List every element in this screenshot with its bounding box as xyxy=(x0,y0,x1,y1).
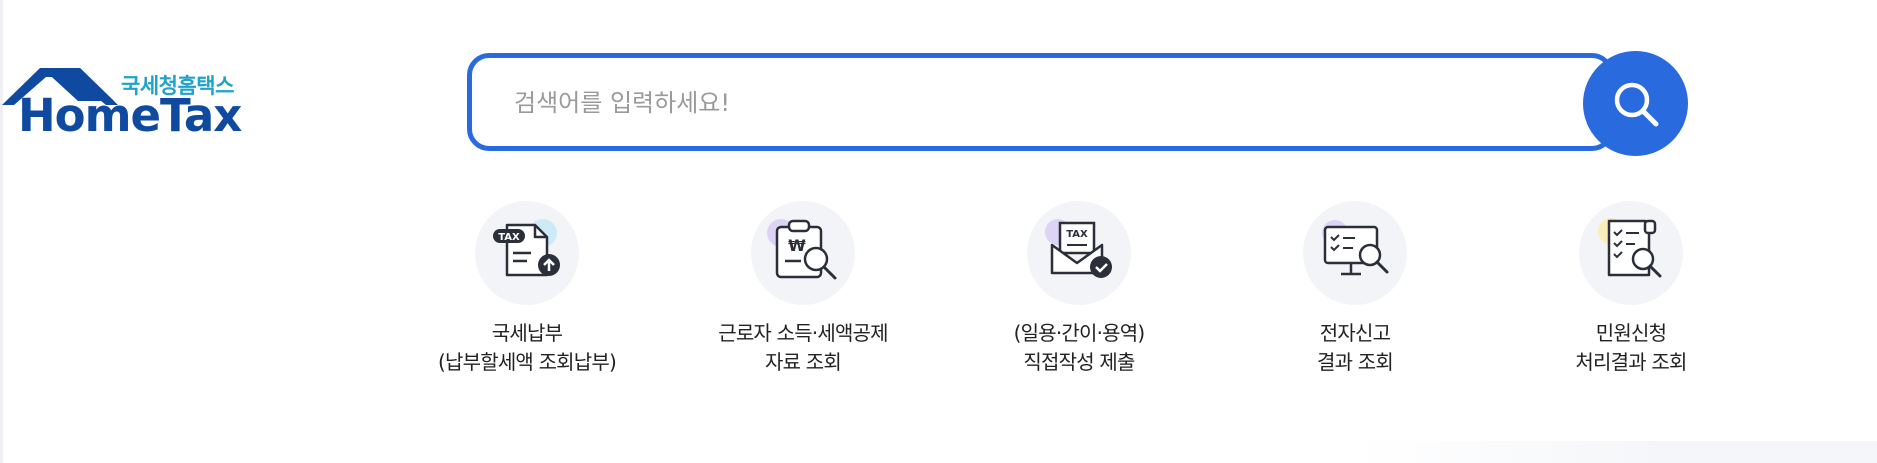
tax-envelope-icon: TAX xyxy=(1045,219,1112,278)
quick-menu-label: (일용·간이·용역) 직접작성 제출 xyxy=(1013,321,1146,374)
quick-menu-label: 민원신청 처리결과 조회 xyxy=(1575,321,1687,374)
deduction-inquiry-icon: ₩ xyxy=(767,219,837,280)
monitor-search-icon xyxy=(1322,220,1389,276)
svg-text:TAX: TAX xyxy=(498,232,520,243)
tax-payment-icon: TAX xyxy=(493,219,560,277)
quick-menu-label: 근로자 소득·세액공제 자료 조회 xyxy=(718,321,888,374)
hometax-main-page: 국세청홈택스 HomeTax TAX 국세납부 xyxy=(0,0,1877,463)
quick-menu-deduction-inquiry[interactable]: ₩ 근로자 소득·세액공제 자료 조회 xyxy=(688,201,918,381)
quick-menu-e-filing-result[interactable]: 전자신고 결과 조회 xyxy=(1240,201,1470,381)
bottom-shadow xyxy=(1357,441,1877,463)
svg-text:₩: ₩ xyxy=(788,236,806,255)
quick-menu-label: 전자신고 결과 조회 xyxy=(1317,321,1394,374)
quick-icon-circle: TAX xyxy=(1027,201,1131,305)
quick-icon-circle xyxy=(1579,201,1683,305)
quick-menu-label: 국세납부 (납부할세액 조회납부) xyxy=(438,321,617,374)
quick-menu-direct-submission[interactable]: TAX (일용·간이·용역) 직접작성 제출 xyxy=(964,201,1194,381)
quick-menu-tax-payment[interactable]: TAX 국세납부 (납부할세액 조회납부) xyxy=(412,201,642,381)
search-icon xyxy=(1614,82,1659,127)
quick-icon-circle xyxy=(1303,201,1407,305)
logo-english-text: HomeTax xyxy=(18,89,242,142)
quick-icon-circle: ₩ xyxy=(751,201,855,305)
search-input[interactable] xyxy=(512,80,1516,126)
quick-icon-circle: TAX xyxy=(475,201,579,305)
quick-menu-civil-petition-result[interactable]: 민원신청 처리결과 조회 xyxy=(1516,201,1746,381)
search-box xyxy=(467,53,1614,151)
checklist-search-icon xyxy=(1598,218,1662,278)
search-button[interactable] xyxy=(1583,51,1688,156)
svg-text:TAX: TAX xyxy=(1066,229,1088,240)
hometax-logo[interactable]: 국세청홈택스 HomeTax xyxy=(2,65,242,145)
